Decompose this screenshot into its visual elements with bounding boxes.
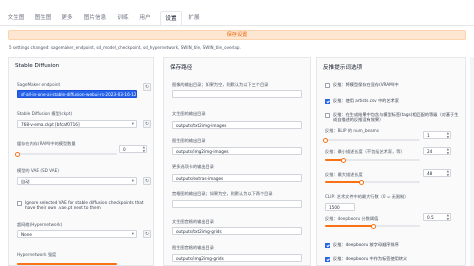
outdir-img2img-input[interactable]: outputs/img2img-images [172,147,302,155]
num-beams-input[interactable]: 1 ▲ ▼ [423,131,451,139]
endpoint-dropdown[interactable]: sf-all-in-one-ai-stable-diffusion-webui-… [17,90,137,98]
hypernet-strength-slider[interactable] [17,263,117,265]
refresh-icon[interactable]: ↻ [143,83,151,91]
slider-thumb[interactable] [341,157,346,163]
stepper-icon[interactable]: ▲ ▼ [143,145,145,153]
chevron-down-icon: ▾ [131,122,134,127]
deepbooru-escape-checkbox[interactable] [325,257,330,262]
deepbooru-threshold-slider[interactable] [325,223,420,229]
tab-img2img[interactable]: 图生图 [31,11,55,25]
endpoint-label: SageMaker endpoint [17,82,61,87]
stepper-icon[interactable]: ▲ ▼ [447,169,449,177]
clip-max-lines-input[interactable]: 1500 [325,203,355,211]
hypernetwork-value: None [21,232,32,237]
checkpoint-value: 768-v-ema.ckpt [bfcaf0716] [21,122,80,127]
num-beams-label: 反推：BLIP 的 num_beams [325,128,379,133]
return-ranks-checkbox[interactable] [325,113,330,118]
cache-slider[interactable] [15,151,117,157]
deepbooru-sort-alpha-checkbox[interactable] [325,243,330,248]
deepbooru-sort-alpha-label: 反推：deepbooru 按字母顺序排序 [333,242,399,247]
deepbooru-escape-label: 反推：deepbooru 中作为标签使用转义 [333,256,408,261]
keep-models-vram-label: 反推：将模型保存在显存(VRAM)中 [333,82,399,87]
outdir-img2img-grids-label: 图生图宫格的输出目录 [172,245,214,250]
stepper-icon[interactable]: ▲ ▼ [447,213,449,221]
outdir-txt2img-label: 文生图的输出目录 [172,111,206,116]
outdir-img2img-label: 图生图的输出目录 [172,138,206,143]
tab-settings[interactable]: 设置 [160,11,182,25]
ignore-vae-checkbox[interactable] [17,201,22,206]
checkpoint-label: Stable Diffusion 模型(ckpt) [17,111,73,116]
max-length-value: 48 [427,171,433,176]
slider-thumb[interactable] [323,137,328,143]
clip-max-lines-label: CLIP: 艺术文件中的最大行数（0 = 无限制） [325,194,409,199]
hypernetwork-label: 超网络(Hypernetwork) [17,222,63,227]
vae-label: 模型的 VAE (SD VAE) [17,168,59,173]
hypernet-strength-label: Hypernetwork 强度 [17,252,57,257]
deepbooru-threshold-label: 反推：deepbooru 分数阈值 [325,216,379,221]
checkpoint-dropdown[interactable]: 768-v-ema.ckpt [bfcaf0716] ▾ [17,120,137,128]
slider-thumb[interactable] [15,151,20,157]
min-length-input[interactable]: 24 ▲ ▼ [423,147,451,155]
changed-settings-text: 5 settings changed: sagemaker_endpoint, … [9,45,241,50]
outdir-txt2img-input[interactable]: outputs/txt2img-images [172,121,302,129]
tab-png-info[interactable]: 图片信息 [80,11,110,25]
outdir-samples-input[interactable] [172,90,302,98]
min-length-slider[interactable] [325,157,420,163]
num-beams-slider[interactable] [323,137,420,143]
page-scrollbar[interactable] [470,57,474,266]
max-length-label: 反推：最大描述长度 [325,172,363,177]
cache-number-input[interactable]: 0 ▲ ▼ [119,145,147,153]
use-artists-label: 反推：使用 artists.csv 中的艺术家 [333,98,399,103]
refresh-icon[interactable]: ↻ [143,230,151,238]
return-ranks-label: 反推：在生成结果中包含与模型标签(tags)相匹配的等级（对基于生成自描述的反推… [333,112,459,123]
stepper-icon[interactable]: ▲ ▼ [447,131,449,139]
deepbooru-threshold-input[interactable]: 0.5 ▲ ▼ [423,213,451,221]
chevron-down-icon: ▾ [131,232,134,237]
outdir-img2img-grids-input[interactable]: outputs/img2img-grids [172,254,302,262]
tab-txt2img[interactable]: 文生图 [4,11,28,25]
outdir-samples-label: 图像的输出目录；如果为空，则默认为以下三个目录 [172,82,269,87]
outdir-extras-input[interactable]: outputs/extras-images [172,174,302,182]
panel-title: Stable Diffusion [15,63,60,69]
vae-value: 自动 [21,179,30,184]
settings-tabs: 文生图 图生图 更多 图片信息 训练 用户 设置 扩展 [0,0,474,26]
outdir-extras-label: 更多选项卡的输出目录 [172,164,214,169]
chevron-down-icon: ▾ [131,179,134,184]
max-length-input[interactable]: 48 ▲ ▼ [423,169,451,177]
outdir-txt2img-grids-label: 文生图宫格的输出目录 [172,219,214,224]
panel-title: 保存路径 [170,65,193,71]
ignore-vae-label: Ignore selected VAE for stable diffusion… [25,200,144,211]
stable-diffusion-panel: Stable Diffusion SageMaker endpoint sf-a… [8,57,154,266]
use-artists-checkbox[interactable] [325,99,330,104]
tab-divider [0,25,474,26]
min-length-value: 24 [427,149,433,154]
tab-train[interactable]: 训练 [114,11,132,25]
outdir-txt2img-grids-input[interactable]: outputs/txt2img-grids [172,227,302,235]
tab-user[interactable]: 用户 [136,11,154,25]
save-settings-button[interactable]: 保存设置 [8,30,466,40]
slider-thumb[interactable] [359,179,364,185]
outdir-grids-label: 宫格图的输出目录；如果为空，则默认为以下两个目录 [172,191,273,196]
outdir-grids-input[interactable] [172,200,302,208]
save-paths-panel: 保存路径 图像的输出目录；如果为空，则默认为以下三个目录 文生图的输出目录 ou… [163,57,311,266]
interrogate-panel: 反推提示词选项 反推：将模型保存在显存(VRAM)中 反推：使用 artists… [316,57,466,266]
stepper-icon[interactable]: ▲ ▼ [447,147,449,155]
max-length-slider[interactable] [325,179,420,185]
num-beams-value: 1 [427,133,430,138]
vae-dropdown[interactable]: 自动 ▾ [17,177,137,185]
tab-extensions[interactable]: 扩展 [185,11,203,25]
tab-extras[interactable]: 更多 [58,11,76,25]
min-length-label: 反推：最小描述长度（不包括艺术家，等） [325,149,405,154]
slider-thumb[interactable] [371,223,376,229]
cache-value: 0 [123,147,126,152]
deepbooru-threshold-value: 0.5 [427,215,434,220]
refresh-icon[interactable]: ↻ [143,120,151,128]
keep-models-vram-checkbox[interactable] [325,83,330,88]
refresh-icon[interactable]: ↻ [143,177,151,185]
cache-label: 缓存在内存(RAM)中的模型数量 [17,141,76,146]
hypernetwork-dropdown[interactable]: None ▾ [17,230,137,238]
panel-title: 反推提示词选项 [323,65,363,71]
